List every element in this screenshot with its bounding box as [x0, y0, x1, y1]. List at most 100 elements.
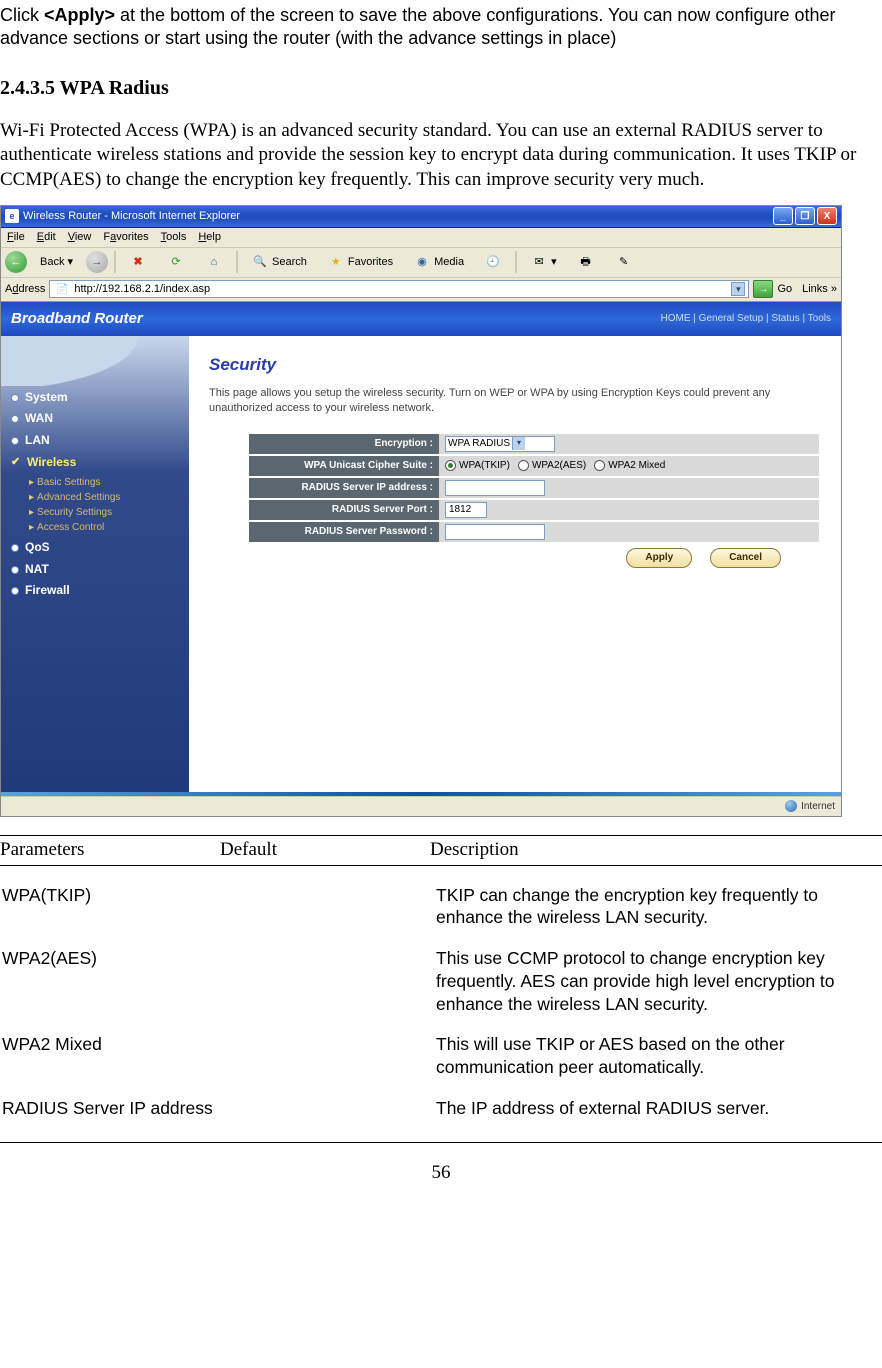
router-page: Broadband Router HOME | General Setup | … — [1, 302, 841, 792]
intro-paragraph: Click <Apply> at the bottom of the scree… — [0, 4, 882, 51]
param-desc: This will use TKIP or AES based on the o… — [430, 1033, 882, 1079]
address-input[interactable]: 📄 http://192.168.2.1/index.asp ▾ — [49, 280, 749, 298]
links-label[interactable]: Links » — [802, 282, 837, 296]
check-icon: ✔ — [11, 457, 21, 467]
search-icon: 🔍 — [251, 253, 269, 271]
close-button[interactable]: X — [817, 207, 837, 225]
toolbar-separator — [114, 251, 116, 273]
param-table-header: Parameters Default Description — [0, 835, 882, 866]
subnav-basic[interactable]: ▸Basic Settings — [29, 476, 179, 489]
menu-favorites[interactable]: Favorites — [103, 230, 148, 244]
browser-toolbar: ← Back ▾ → ✖ ⟳ ⌂ 🔍Search ★Favorites ◉Med… — [1, 248, 841, 278]
param-name: RADIUS Server IP address — [0, 1097, 430, 1120]
print-icon: 🖶 — [577, 253, 595, 271]
label-encryption: Encryption : — [249, 434, 439, 454]
address-dropdown[interactable]: ▾ — [731, 282, 745, 296]
param-row: WPA2(AES) This use CCMP protocol to chan… — [0, 947, 882, 1015]
subnav-advanced[interactable]: ▸Advanced Settings — [29, 491, 179, 504]
param-name: WPA2 Mixed — [0, 1033, 220, 1079]
page-title: Security — [209, 354, 821, 376]
subnav-security[interactable]: ▸Security Settings — [29, 506, 179, 519]
input-ip[interactable] — [445, 480, 545, 496]
sidebar-item-wan[interactable]: WAN — [11, 411, 179, 427]
history-button[interactable]: 🕘 — [477, 251, 509, 273]
mail-icon: ✉ — [530, 253, 548, 271]
page-number: 56 — [0, 1161, 882, 1186]
brand-bar: Broadband Router HOME | General Setup | … — [1, 302, 841, 336]
radio-aes[interactable]: WPA2(AES) — [518, 459, 586, 472]
top-nav-links[interactable]: HOME | General Setup | Status | Tools — [661, 312, 831, 325]
toolbar-separator — [515, 251, 517, 273]
param-desc: TKIP can change the encryption key frequ… — [430, 884, 882, 930]
row-password: RADIUS Server Password : — [249, 522, 821, 542]
input-port[interactable]: 1812 — [445, 502, 487, 518]
label-ip: RADIUS Server IP address : — [249, 478, 439, 498]
stop-button[interactable]: ✖ — [122, 251, 154, 273]
sidebar-item-wireless[interactable]: ✔Wireless — [11, 455, 179, 471]
chevron-down-icon: ▾ — [512, 437, 525, 450]
label-port: RADIUS Server Port : — [249, 500, 439, 520]
cancel-button[interactable]: Cancel — [710, 548, 781, 568]
minimize-button[interactable]: _ — [773, 207, 793, 225]
sidebar-item-nat[interactable]: NAT — [11, 562, 179, 578]
subnav-access[interactable]: ▸Access Control — [29, 521, 179, 534]
edit-button[interactable]: ✎ — [608, 251, 640, 273]
menu-bar: File Edit View Favorites Tools Help — [1, 228, 841, 248]
radio-mixed[interactable]: WPA2 Mixed — [594, 459, 665, 472]
router-screenshot: e Wireless Router - Microsoft Internet E… — [0, 205, 842, 817]
sidebar-item-system[interactable]: System — [11, 390, 179, 406]
print-button[interactable]: 🖶 — [570, 251, 602, 273]
forward-button[interactable]: → — [86, 251, 108, 273]
row-port: RADIUS Server Port : 1812 — [249, 500, 821, 520]
back-button[interactable]: ← — [5, 251, 27, 273]
menu-file[interactable]: File — [7, 230, 25, 244]
param-desc: The IP address of external RADIUS server… — [430, 1097, 882, 1120]
main-content: Security This page allows you setup the … — [189, 336, 841, 792]
header-description: Description — [430, 838, 882, 863]
header-default: Default — [220, 838, 430, 863]
maximize-button[interactable]: ❐ — [795, 207, 815, 225]
sidebar-item-qos[interactable]: QoS — [11, 540, 179, 556]
toolbar-separator — [236, 251, 238, 273]
section-paragraph: Wi-Fi Protected Access (WPA) is an advan… — [0, 119, 882, 193]
row-ip: RADIUS Server IP address : — [249, 478, 821, 498]
header-parameters: Parameters — [0, 838, 220, 863]
menu-help[interactable]: Help — [198, 230, 221, 244]
sidebar-subnav: ▸Basic Settings ▸Advanced Settings ▸Secu… — [29, 476, 179, 534]
history-icon: 🕘 — [484, 253, 502, 271]
input-password[interactable] — [445, 524, 545, 540]
param-row: WPA2 Mixed This will use TKIP or AES bas… — [0, 1033, 882, 1079]
menu-edit[interactable]: Edit — [37, 230, 56, 244]
star-icon: ★ — [327, 253, 345, 271]
window-titlebar: e Wireless Router - Microsoft Internet E… — [1, 206, 841, 228]
go-button[interactable]: → — [753, 280, 773, 298]
param-name: WPA2(AES) — [0, 947, 220, 1015]
home-button[interactable]: ⌂ — [198, 251, 230, 273]
page-description: This page allows you setup the wireless … — [209, 386, 821, 416]
status-bar: Internet — [1, 796, 841, 816]
mail-button[interactable]: ✉▾ — [523, 251, 564, 273]
globe-icon — [785, 800, 797, 812]
label-password: RADIUS Server Password : — [249, 522, 439, 542]
apply-button[interactable]: Apply — [626, 548, 692, 568]
param-row: WPA(TKIP) TKIP can change the encryption… — [0, 884, 882, 930]
sidebar-item-firewall[interactable]: Firewall — [11, 583, 179, 599]
favorites-button[interactable]: ★Favorites — [320, 251, 400, 273]
edit-icon: ✎ — [615, 253, 633, 271]
back-label[interactable]: Back ▾ — [33, 251, 80, 273]
ie-icon: e — [5, 209, 19, 223]
page-icon: 📄 — [53, 280, 71, 298]
section-heading: 2.4.3.5 WPA Radius — [0, 75, 882, 101]
param-desc: This use CCMP protocol to change encrypt… — [430, 947, 882, 1015]
sidebar: System WAN LAN ✔Wireless ▸Basic Settings… — [1, 336, 189, 792]
search-button[interactable]: 🔍Search — [244, 251, 314, 273]
media-button[interactable]: ◉Media — [406, 251, 471, 273]
refresh-button[interactable]: ⟳ — [160, 251, 192, 273]
radio-tkip[interactable]: WPA(TKIP) — [445, 459, 510, 472]
menu-tools[interactable]: Tools — [161, 230, 187, 244]
go-label: Go — [777, 282, 792, 296]
menu-view[interactable]: View — [68, 230, 92, 244]
select-encryption[interactable]: WPA RADIUS▾ — [445, 436, 555, 452]
sidebar-item-lan[interactable]: LAN — [11, 433, 179, 449]
address-label: Address — [5, 282, 45, 296]
